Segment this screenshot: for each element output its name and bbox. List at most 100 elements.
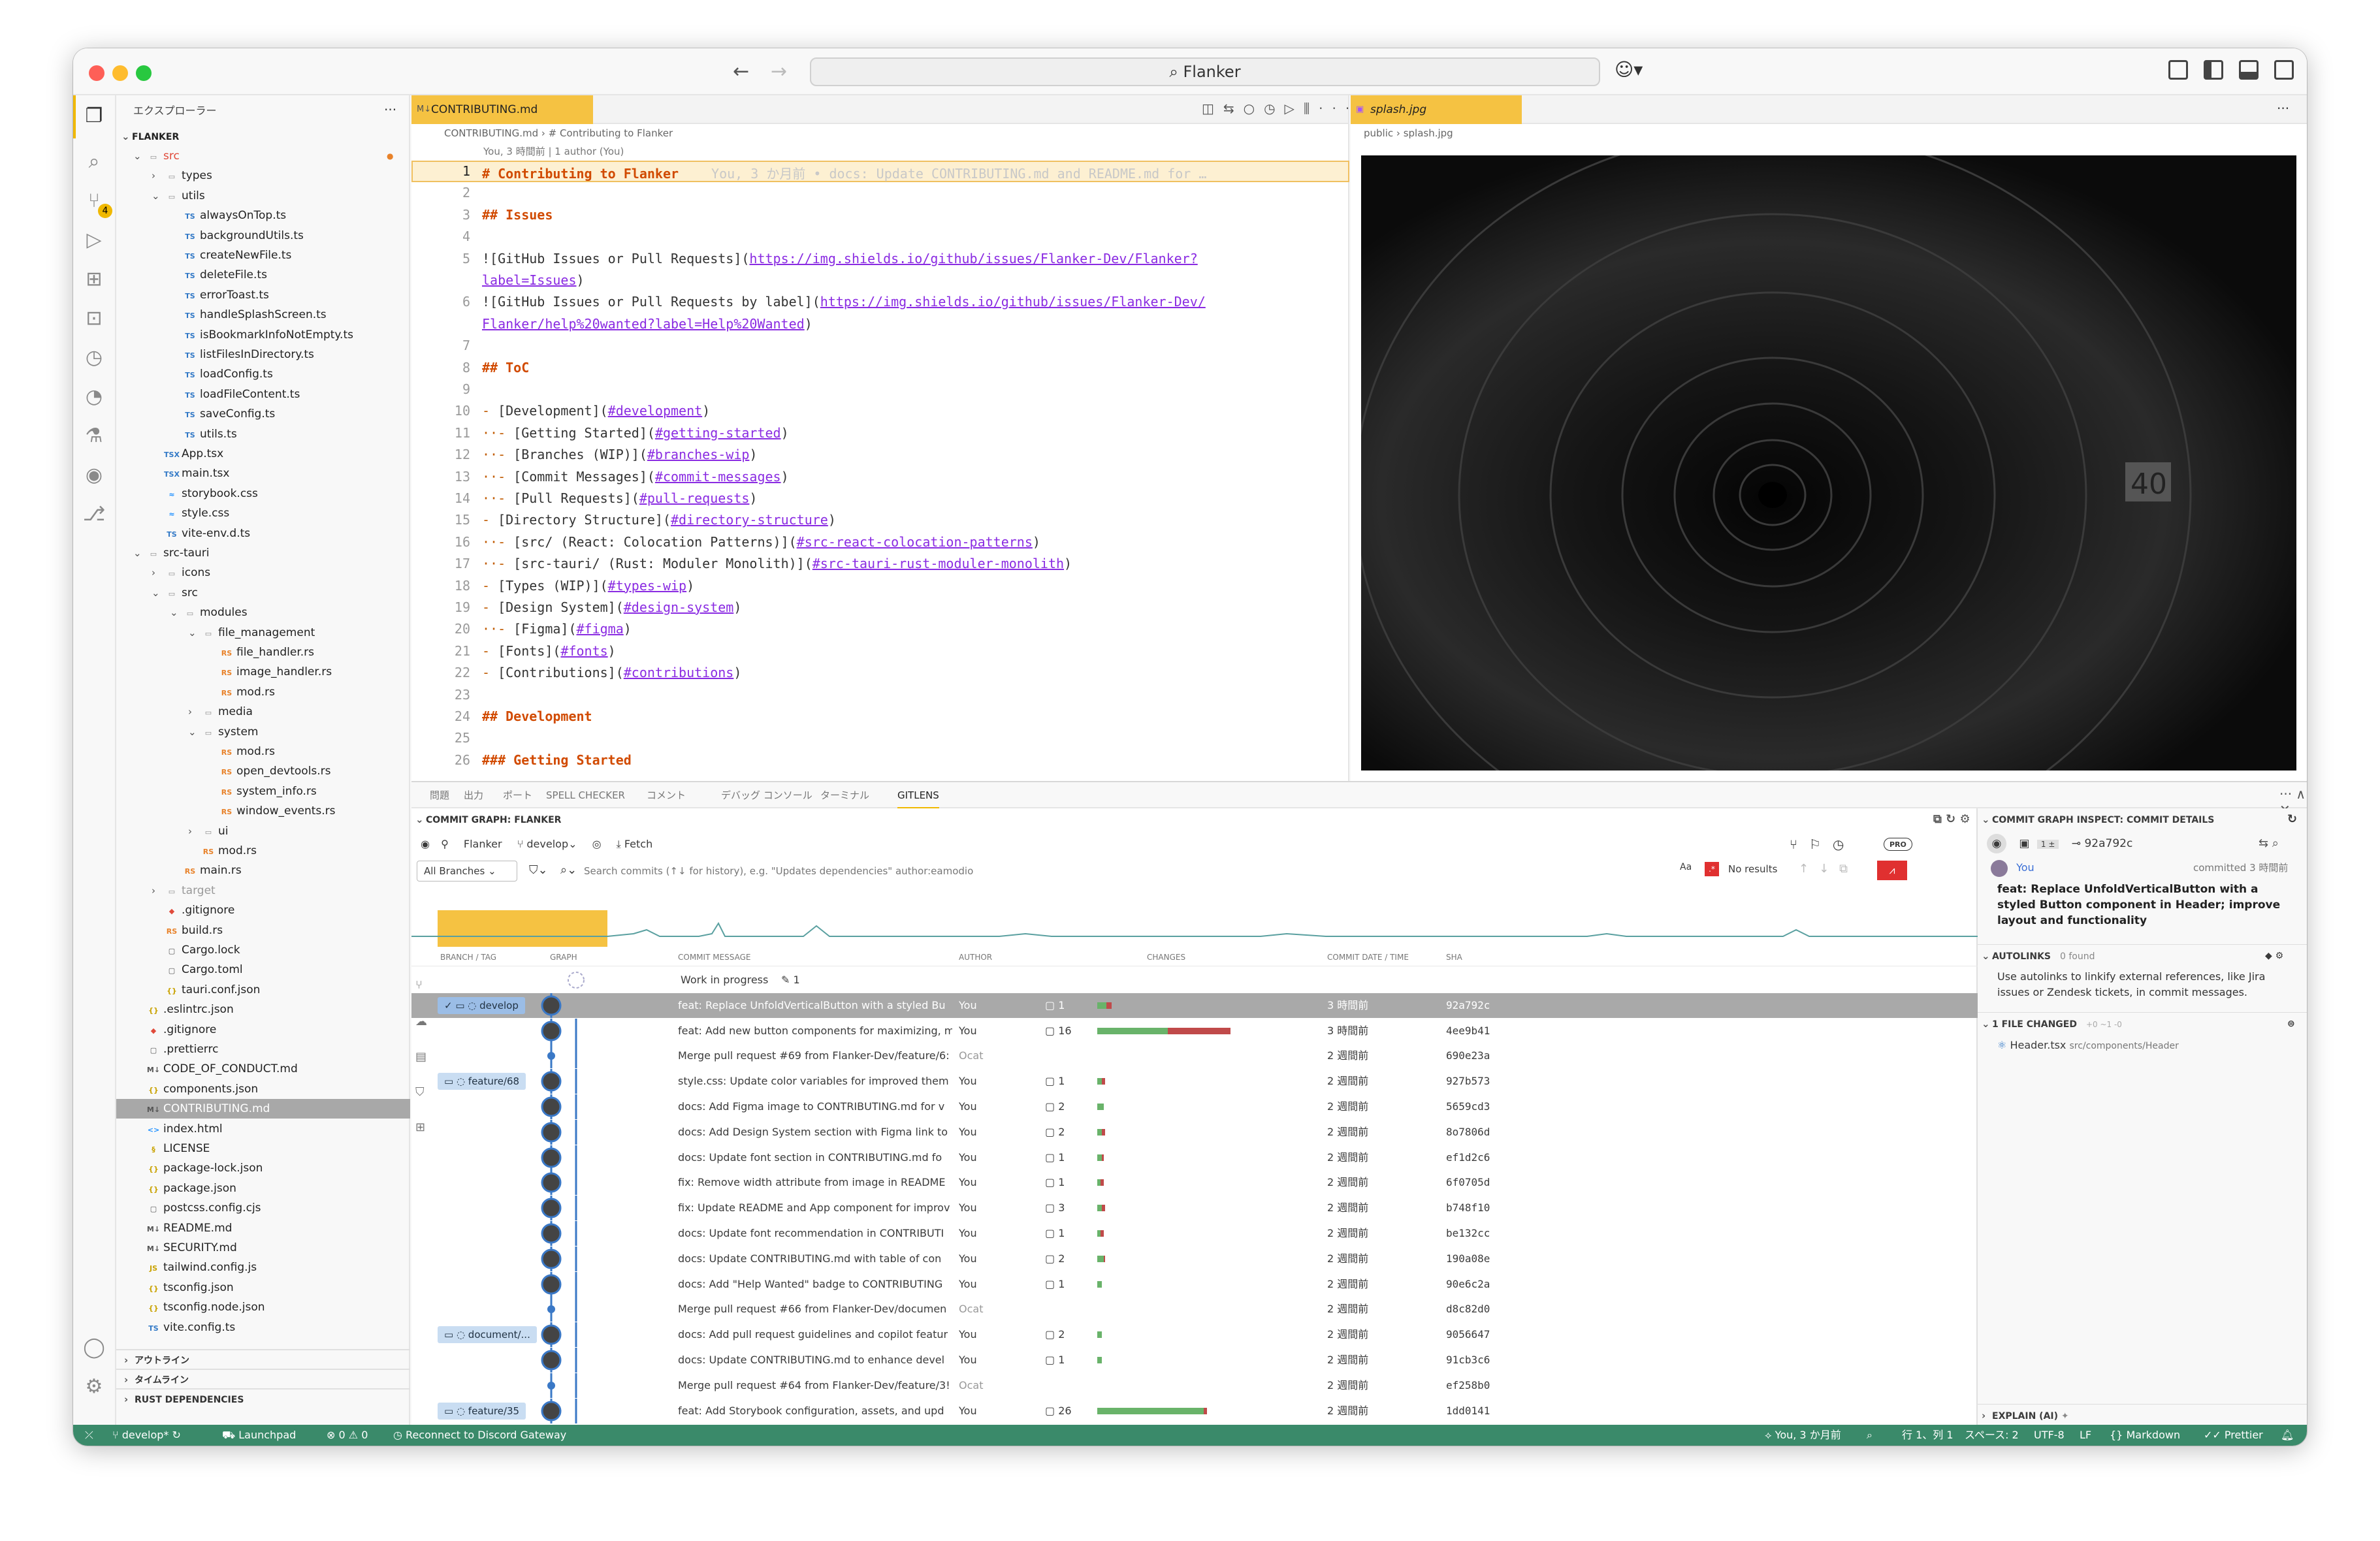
panel-tab[interactable]: コメント	[647, 782, 686, 808]
tree-item[interactable]: TS isBookmarkInfoNotEmpty.ts	[116, 325, 410, 345]
pin-icon[interactable]: ⚲	[441, 838, 449, 850]
git-branch-status[interactable]: ⑂ develop* ↻	[112, 1425, 181, 1446]
panel-tab[interactable]: ターミナル	[820, 782, 869, 808]
tree-item[interactable]: TSX main.tsx	[116, 464, 410, 483]
code-line[interactable]: ··- [src-tauri/ (Rust: Moduler Monolith)…	[482, 556, 1072, 571]
tree-item[interactable]: ⌄ ▭ src ●	[116, 146, 410, 166]
close-window-button[interactable]	[89, 65, 105, 81]
code-line[interactable]: ··- [Pull Requests](#pull-requests)	[482, 490, 757, 506]
commit-row[interactable]: ▭ ◌ document/... docs: Add pull request …	[411, 1322, 1978, 1348]
commit-row[interactable]: docs: Add "Help Wanted" badge to CONTRIB…	[411, 1271, 1978, 1297]
tree-item[interactable]: › ▭ ui	[116, 821, 410, 841]
code-line[interactable]: ··- [Branches (WIP)](#branches-wip)	[482, 447, 757, 462]
commit-row[interactable]: docs: Update font section in CONTRIBUTIN…	[411, 1145, 1978, 1170]
tree-item[interactable]: {} package-lock.json	[116, 1158, 410, 1178]
code-line[interactable]: - [Fonts](#fonts)	[482, 643, 616, 659]
wip-row[interactable]: Work in progress ✎ 1	[411, 968, 1978, 993]
code-line[interactable]: - [Design System](#design-system)	[482, 599, 741, 615]
code-line[interactable]: - [Development](#development)	[482, 403, 710, 419]
tree-item[interactable]: TS vite.config.ts	[116, 1318, 410, 1337]
more-actions-icon[interactable]: ···	[384, 102, 396, 118]
code-line[interactable]: - [Contributions](#contributions)	[482, 665, 741, 680]
commit-row[interactable]: feat: Add new button components for maxi…	[411, 1018, 1978, 1043]
commit-row[interactable]: docs: Add Design System section with Fig…	[411, 1119, 1978, 1145]
eol[interactable]: LF	[2080, 1425, 2091, 1446]
pro-badge[interactable]: PRO	[1884, 838, 1912, 851]
prettier-status[interactable]: ✓✓ Prettier	[2204, 1425, 2263, 1446]
blame-codelens[interactable]: You, 3 時間前 | 1 author (You)	[411, 142, 1348, 161]
tree-item[interactable]: ◆ .gitignore	[116, 1020, 410, 1040]
commit-row[interactable]: Merge pull request #69 from Flanker-Dev/…	[411, 1043, 1978, 1069]
tree-item[interactable]: {} .eslintrc.json	[116, 1000, 410, 1019]
tree-item[interactable]: M↓ CONTRIBUTING.md	[116, 1099, 410, 1119]
search-nav-icon[interactable]: ↑↓⧉	[1799, 862, 1858, 876]
copilot-icon[interactable]: ☺︎▾	[1615, 59, 1643, 80]
extensions-icon[interactable]: ⊞	[82, 268, 106, 291]
testing-icon[interactable]: ⚗	[82, 424, 106, 448]
tree-item[interactable]: M↓ CODE_OF_CONDUCT.md	[116, 1059, 410, 1079]
code-line[interactable]: ## ToC	[482, 360, 529, 375]
code-line[interactable]: ## Issues	[482, 207, 553, 223]
column-header[interactable]: SHA	[1446, 953, 1462, 962]
tree-item[interactable]: TS listFilesInDirectory.ts	[116, 345, 410, 364]
graph-header-actions-icon[interactable]: ⧉ ↻ ⚙	[1933, 808, 1970, 831]
tree-item[interactable]: ▢ postcss.config.cjs	[116, 1198, 410, 1218]
tree-item[interactable]: {} tsconfig.node.json	[116, 1297, 410, 1317]
tree-item[interactable]: TS loadConfig.ts	[116, 364, 410, 384]
tree-item[interactable]: ⌄ ▭ file_management	[116, 623, 410, 643]
code-line[interactable]: ## Development	[482, 708, 592, 724]
cursor-position[interactable]: 行 1、列 1	[1902, 1425, 1954, 1446]
explain-ai-section[interactable]: › EXPLAIN (AI) ✦	[1978, 1404, 2307, 1426]
tree-item[interactable]: TS vite-env.d.ts	[116, 524, 410, 543]
tree-item[interactable]: ≈ storybook.css	[116, 484, 410, 503]
fetch-button[interactable]: Fetch	[624, 838, 652, 850]
changed-file-row[interactable]: ⚛ Header.tsx src/components/Header	[1978, 1034, 2307, 1056]
timeline-icon[interactable]: ◷	[82, 346, 106, 370]
commit-row[interactable]: fix: Update README and App component for…	[411, 1196, 1978, 1221]
forward-arrow-icon[interactable]: →	[771, 60, 787, 83]
tree-item[interactable]: TS loadFileContent.ts	[116, 385, 410, 404]
settings-gear-icon[interactable]: ⚙	[82, 1375, 106, 1399]
tree-item[interactable]: RS file_handler.rs	[116, 643, 410, 662]
tree-item[interactable]: RS build.rs	[116, 921, 410, 940]
branch-tag[interactable]: ▭ ◌ feature/35	[438, 1402, 526, 1420]
tree-item[interactable]: RS system_info.rs	[116, 782, 410, 801]
tree-item[interactable]: RS main.rs	[116, 861, 410, 880]
tree-item[interactable]: TS createNewFile.ts	[116, 246, 410, 265]
tree-item[interactable]: ▢ Cargo.toml	[116, 960, 410, 979]
command-center-search[interactable]: ⌕ Flanker	[810, 57, 1600, 86]
column-header[interactable]: COMMIT DATE / TIME	[1327, 953, 1409, 962]
tree-item[interactable]: TS saveConfig.ts	[116, 404, 410, 424]
tree-item[interactable]: RS image_handler.rs	[116, 662, 410, 682]
commit-row[interactable]: fix: Remove width attribute from image i…	[411, 1170, 1978, 1196]
editor-actions-icon[interactable]: ◫⇆○◷▷⫼···	[1202, 101, 1359, 116]
indentation[interactable]: スペース: 2	[1965, 1425, 2019, 1446]
tree-item[interactable]: ⌄ ▭ modules	[116, 603, 410, 622]
repo-selector[interactable]: Flanker	[464, 838, 502, 850]
minimap-toggle-icon[interactable]: ⩘	[1877, 861, 1907, 880]
accounts-icon[interactable]: ◯	[82, 1336, 106, 1359]
branch-tag[interactable]: ✓ ▭ ◌ develop	[438, 996, 525, 1014]
tree-item[interactable]: › ▭ icons	[116, 563, 410, 582]
panel-tab[interactable]: GITLENS	[897, 782, 939, 808]
tree-item[interactable]: TS utils.ts	[116, 424, 410, 444]
minimize-window-button[interactable]	[112, 65, 128, 81]
tree-item[interactable]: ◆ .gitignore	[116, 900, 410, 920]
tree-item[interactable]: M↓ SECURITY.md	[116, 1238, 410, 1258]
back-arrow-icon[interactable]: ←	[733, 60, 749, 83]
toggle-primary-sidebar-icon[interactable]	[2204, 60, 2223, 80]
tree-item[interactable]: ⌄ ▭ src-tauri	[116, 543, 410, 563]
tree-item[interactable]: {} package.json	[116, 1179, 410, 1198]
tree-item[interactable]: ⌄ ▭ system	[116, 722, 410, 742]
blame-status[interactable]: ⟡ You, 3 か月前	[1765, 1425, 1841, 1446]
tree-item[interactable]: RS open_devtools.rs	[116, 761, 410, 781]
commit-row[interactable]: docs: Update CONTRIBUTING.md with table …	[411, 1246, 1978, 1271]
more-actions-icon[interactable]: ···	[2277, 101, 2289, 116]
github-icon[interactable]: ◉	[82, 464, 106, 487]
tree-item[interactable]: <> index.html	[116, 1119, 410, 1139]
code-line[interactable]: Flanker/help%20wanted?label=Help%20Wante…	[482, 316, 812, 332]
tree-item[interactable]: › ▭ media	[116, 702, 410, 722]
tree-item[interactable]: § LICENSE	[116, 1139, 410, 1158]
code-line[interactable]: - [Directory Structure](#directory-struc…	[482, 512, 836, 528]
tree-item[interactable]: TS alwaysOnTop.ts	[116, 206, 410, 225]
